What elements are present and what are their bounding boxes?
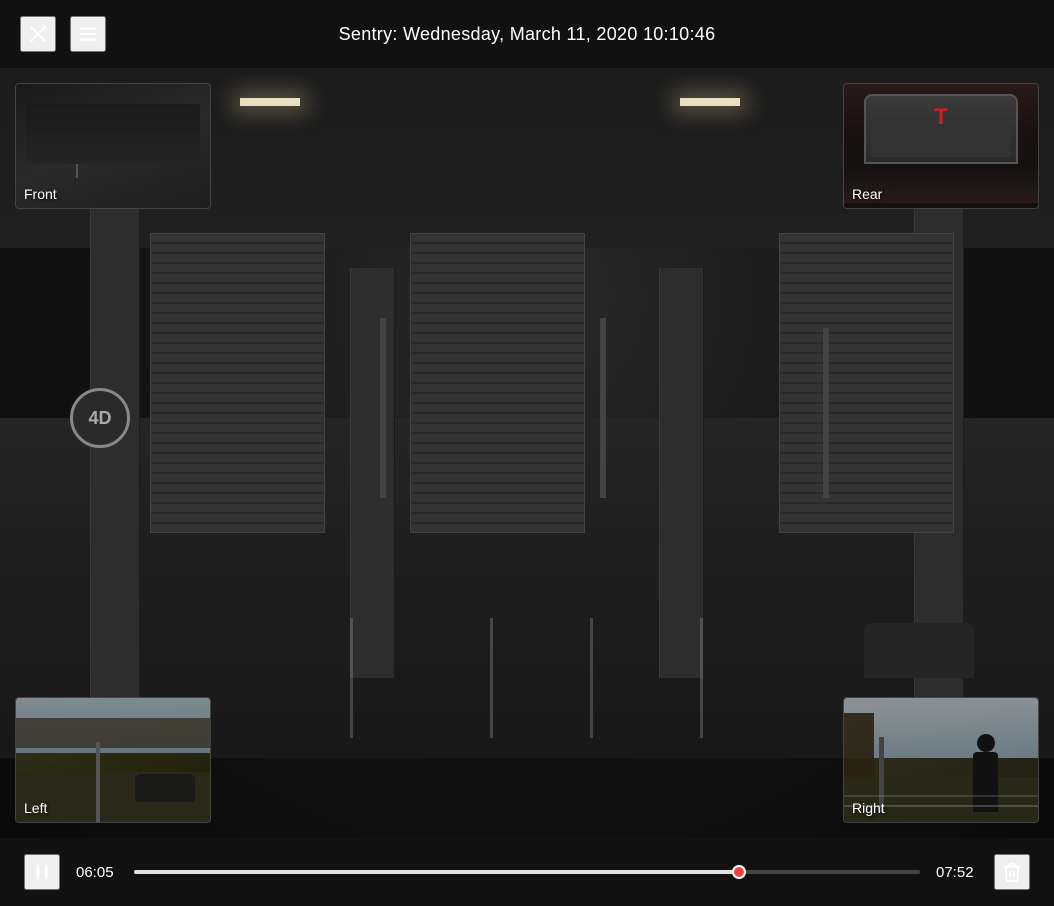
camera-front-thumbnail[interactable]: Front <box>15 83 211 209</box>
pillar-center-left <box>350 268 395 678</box>
bollard-2 <box>600 318 606 498</box>
video-title: Sentry: Wednesday, March 11, 2020 10:10:… <box>339 24 716 45</box>
bollard-1 <box>380 318 386 498</box>
pillar-left <box>90 188 140 708</box>
person-head <box>977 734 995 752</box>
car-left <box>135 774 195 802</box>
parking-line-2 <box>490 618 493 738</box>
progress-bar[interactable] <box>134 870 920 874</box>
camera-front-label: Front <box>24 186 57 202</box>
close-button[interactable] <box>20 16 56 52</box>
controls-bar: 06:05 07:52 <box>0 838 1054 906</box>
overhang <box>16 718 210 748</box>
pause-icon <box>32 862 52 882</box>
time-total: 07:52 <box>936 864 978 881</box>
main-video-area: 4D Front T <box>0 68 1054 838</box>
ground-line2 <box>844 795 1038 797</box>
progress-fill <box>134 870 739 874</box>
top-bar: Sentry: Wednesday, March 11, 2020 10:10:… <box>0 0 1054 68</box>
parking-line-1 <box>350 618 353 738</box>
camera-rear-thumbnail[interactable]: T Rear <box>843 83 1039 209</box>
progress-handle[interactable] <box>732 865 746 879</box>
delete-button[interactable] <box>994 854 1030 890</box>
camera-left-label: Left <box>24 800 47 816</box>
garage-door-2 <box>410 233 585 533</box>
rear-dash <box>871 127 1011 157</box>
close-icon <box>27 23 49 45</box>
garage-sign: 4D <box>70 388 130 448</box>
pillar-center-right <box>659 268 704 678</box>
camera-right-thumbnail[interactable]: Right <box>843 697 1039 823</box>
garage-door-3 <box>779 233 954 533</box>
bollard-3 <box>823 328 829 498</box>
rear-windshield: T <box>864 94 1018 164</box>
camera-rear-label: Rear <box>852 186 882 202</box>
person-silhouette <box>973 752 998 812</box>
trash-icon <box>1001 861 1023 883</box>
camera-left-thumbnail[interactable]: Left <box>15 697 211 823</box>
menu-button[interactable] <box>70 16 106 52</box>
ceiling-light-1 <box>240 98 300 106</box>
menu-icon <box>77 23 99 45</box>
pole-left <box>96 742 100 822</box>
parking-line-4 <box>700 618 703 738</box>
time-current: 06:05 <box>76 864 118 881</box>
car-silhouette <box>864 623 974 678</box>
garage-ceiling-front <box>26 104 200 164</box>
ceiling-light-2 <box>680 98 740 106</box>
garage-door-1 <box>150 233 325 533</box>
play-pause-button[interactable] <box>24 854 60 890</box>
parking-line-3 <box>590 618 593 738</box>
camera-right-label: Right <box>852 800 885 816</box>
